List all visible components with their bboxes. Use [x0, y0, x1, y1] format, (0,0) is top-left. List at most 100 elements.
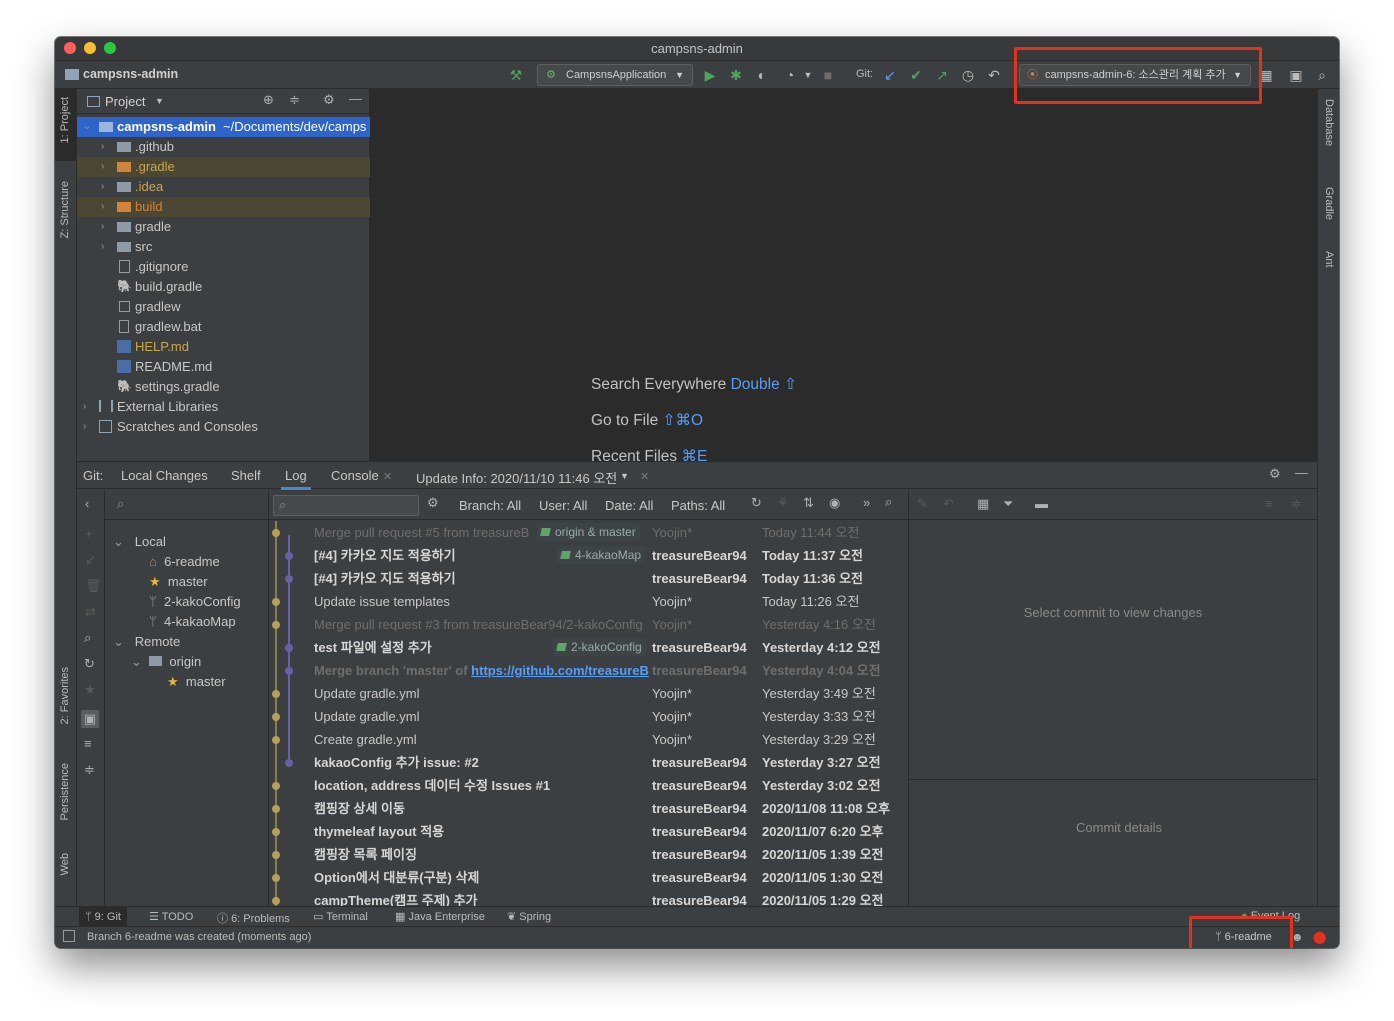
tab-shelf[interactable]: Shelf: [231, 468, 261, 483]
gradle-tool-tab[interactable]: Gradle: [1323, 187, 1335, 220]
web-tool-tab[interactable]: Web: [59, 853, 71, 875]
persistence-tool-tab[interactable]: Persistence: [59, 763, 71, 820]
hide-panel-icon[interactable]: —: [349, 91, 362, 106]
hide-panel-icon[interactable]: —: [1295, 465, 1308, 480]
git-update-icon[interactable]: ↙: [881, 66, 899, 84]
layout-icon[interactable]: ▬: [1035, 496, 1048, 511]
branch-search-bar[interactable]: ⌕: [105, 490, 269, 520]
filter-icon[interactable]: ⏷: [1003, 496, 1013, 512]
commit-row[interactable]: Option에서 대분류(구분) 삭제 treasureBear94 2020/…: [269, 866, 909, 889]
tree-item-scratches[interactable]: › Scratches and Consoles: [77, 417, 370, 437]
back-icon[interactable]: ‹: [85, 496, 89, 511]
run-configuration-dropdown[interactable]: ⚙ CampsnsApplication ▼: [537, 64, 693, 86]
tab-local-changes[interactable]: Local Changes: [121, 468, 208, 483]
more-icon[interactable]: »: [863, 495, 870, 510]
filter-user[interactable]: User: All: [539, 498, 587, 513]
commit-row[interactable]: Update issue templates Yoojin* Today 11:…: [269, 590, 909, 613]
commit-row[interactable]: [#4] 카카오 지도 적용하기 treasureBear94 Today 11…: [269, 567, 909, 590]
commit-row[interactable]: thymeleaf layout 적용 treasureBear94 2020/…: [269, 820, 909, 843]
coverage-icon[interactable]: ◐: [753, 66, 771, 84]
search-icon[interactable]: ⌕: [885, 494, 892, 510]
commit-row[interactable]: location, address 데이터 수정 Issues #1 treas…: [269, 774, 909, 797]
tree-item-gradle[interactable]: › gradle: [77, 217, 370, 237]
branch-6-readme[interactable]: ⌂ 6-readme: [149, 552, 220, 572]
favorites-tool-tab[interactable]: 2: Favorites: [59, 667, 71, 724]
tree-item-gradlew[interactable]: gradlew: [77, 297, 370, 317]
close-console-tab-icon[interactable]: ✕: [383, 470, 392, 483]
edit-source-icon[interactable]: ✎: [917, 496, 928, 512]
chevron-right-icon[interactable]: ›: [101, 197, 104, 217]
collapse-all-icon[interactable]: ≑: [84, 762, 95, 778]
branch-master[interactable]: ★ master: [149, 572, 208, 592]
debug-icon[interactable]: ✱: [727, 66, 745, 84]
commit-row[interactable]: Merge pull request #3 from treasureBear9…: [269, 613, 909, 636]
commit-row[interactable]: kakaoConfig 추가 issue: #2 treasureBear94 …: [269, 751, 909, 774]
commit-row[interactable]: campTheme(캠프 주제) 추가 treasureBear94 2020/…: [269, 889, 909, 907]
commit-row[interactable]: Create gradle.yml Yoojin* Yesterday 3:29…: [269, 728, 909, 751]
tool-windows-toggle-icon[interactable]: [63, 930, 75, 942]
tree-item-readme-md[interactable]: README.md: [77, 357, 370, 377]
refresh-icon[interactable]: ↻: [751, 495, 762, 511]
revert-icon[interactable]: ↶: [943, 496, 954, 512]
git-commit-icon[interactable]: ✔: [907, 66, 925, 84]
tree-item-gitignore[interactable]: .gitignore: [77, 257, 370, 277]
tree-item-idea[interactable]: › .idea: [77, 177, 370, 197]
collapse-all-icon[interactable]: ≑: [1291, 496, 1302, 512]
ant-tool-tab[interactable]: Ant: [1323, 251, 1335, 268]
java-enterprise-tool-button[interactable]: ▦ Java Enterprise: [395, 910, 485, 923]
locate-icon[interactable]: ⊕: [263, 92, 274, 108]
close-window-button[interactable]: [64, 42, 76, 54]
minimize-window-button[interactable]: [84, 42, 96, 54]
chevron-down-icon[interactable]: ▼: [155, 96, 164, 106]
chevron-right-icon[interactable]: ›: [83, 417, 86, 437]
tree-root-campsns-admin[interactable]: ⌄ campsns-admin ~/Documents/dev/camps: [77, 117, 370, 137]
tree-item-help-md[interactable]: HELP.md: [77, 337, 370, 357]
branch-4-kakaomap[interactable]: ᛘ 4-kakaoMap: [149, 612, 236, 632]
tree-item-external-libraries[interactable]: › External Libraries: [77, 397, 370, 417]
branch-group-remote[interactable]: ⌄ Remote: [113, 632, 180, 652]
project-tool-tab[interactable]: 1: Project: [59, 97, 71, 143]
branch-origin-master[interactable]: ★ master: [167, 672, 226, 692]
compare-icon[interactable]: ⇄: [85, 604, 96, 620]
chevron-right-icon[interactable]: ›: [101, 137, 104, 157]
run-icon[interactable]: ▶: [701, 66, 719, 84]
tab-console[interactable]: Console: [331, 468, 379, 483]
database-tool-tab[interactable]: Database: [1323, 99, 1335, 146]
gear-icon[interactable]: ⚙: [323, 92, 335, 108]
tree-item-build-gradle[interactable]: 🐘 build.gradle: [77, 277, 370, 297]
tab-update-info[interactable]: Update Info: 2020/11/10 11:46 오전: [416, 468, 617, 487]
search-icon[interactable]: ⌕: [84, 630, 91, 646]
stop-icon[interactable]: ■: [819, 66, 837, 84]
chevron-down-icon[interactable]: ⌄: [83, 117, 91, 137]
commit-row[interactable]: 캠핑장 목록 페이징 treasureBear94 2020/11/05 1:3…: [269, 843, 909, 866]
add-icon[interactable]: +: [85, 526, 93, 541]
star-icon[interactable]: ★: [84, 682, 96, 698]
status-message[interactable]: Branch 6-readme was created (moments ago…: [87, 931, 311, 943]
tree-item-github[interactable]: › .github: [77, 137, 370, 157]
cherry-pick-icon[interactable]: ⚘: [777, 495, 789, 511]
tree-item-src[interactable]: › src: [77, 237, 370, 257]
commit-row[interactable]: test 파일에 설정 추가 2-kakoConfig treasureBear…: [269, 636, 909, 659]
chevron-right-icon[interactable]: ›: [101, 237, 104, 257]
build-hammer-icon[interactable]: ⚒: [507, 66, 525, 84]
git-tool-button[interactable]: ᛘ 9: Git: [79, 907, 127, 927]
branch-2-kakoconfig[interactable]: ᛘ 2-kakoConfig: [149, 592, 241, 612]
commit-row[interactable]: Merge branch 'master' of https://github.…: [269, 659, 909, 682]
gear-icon[interactable]: ⚙: [427, 495, 439, 511]
commit-message-link[interactable]: https://github.com/treasureB: [471, 663, 649, 678]
commit-row[interactable]: 캠핑장 상세 이동 treasureBear94 2020/11/08 11:0…: [269, 797, 909, 820]
commit-row[interactable]: [#4] 카카오 지도 적용하기 4-kakaoMap treasureBear…: [269, 544, 909, 567]
branch-group-local[interactable]: ⌄ Local: [113, 532, 166, 552]
tree-item-gradle-cache[interactable]: › .gradle: [77, 157, 370, 177]
eye-icon[interactable]: ◉: [829, 495, 840, 511]
remote-origin[interactable]: ⌄ origin: [131, 652, 201, 672]
refresh-icon[interactable]: ↻: [84, 656, 95, 672]
filter-branch[interactable]: Branch: All: [459, 498, 521, 513]
filter-date[interactable]: Date: All: [605, 498, 653, 513]
zoom-window-button[interactable]: [104, 42, 116, 54]
filter-paths[interactable]: Paths: All: [671, 498, 725, 513]
expand-all-icon[interactable]: ≡: [1265, 496, 1273, 511]
collapse-all-icon[interactable]: ≑: [289, 92, 300, 108]
tab-log[interactable]: Log: [281, 468, 311, 490]
presentation-icon[interactable]: ▣: [1287, 66, 1305, 84]
